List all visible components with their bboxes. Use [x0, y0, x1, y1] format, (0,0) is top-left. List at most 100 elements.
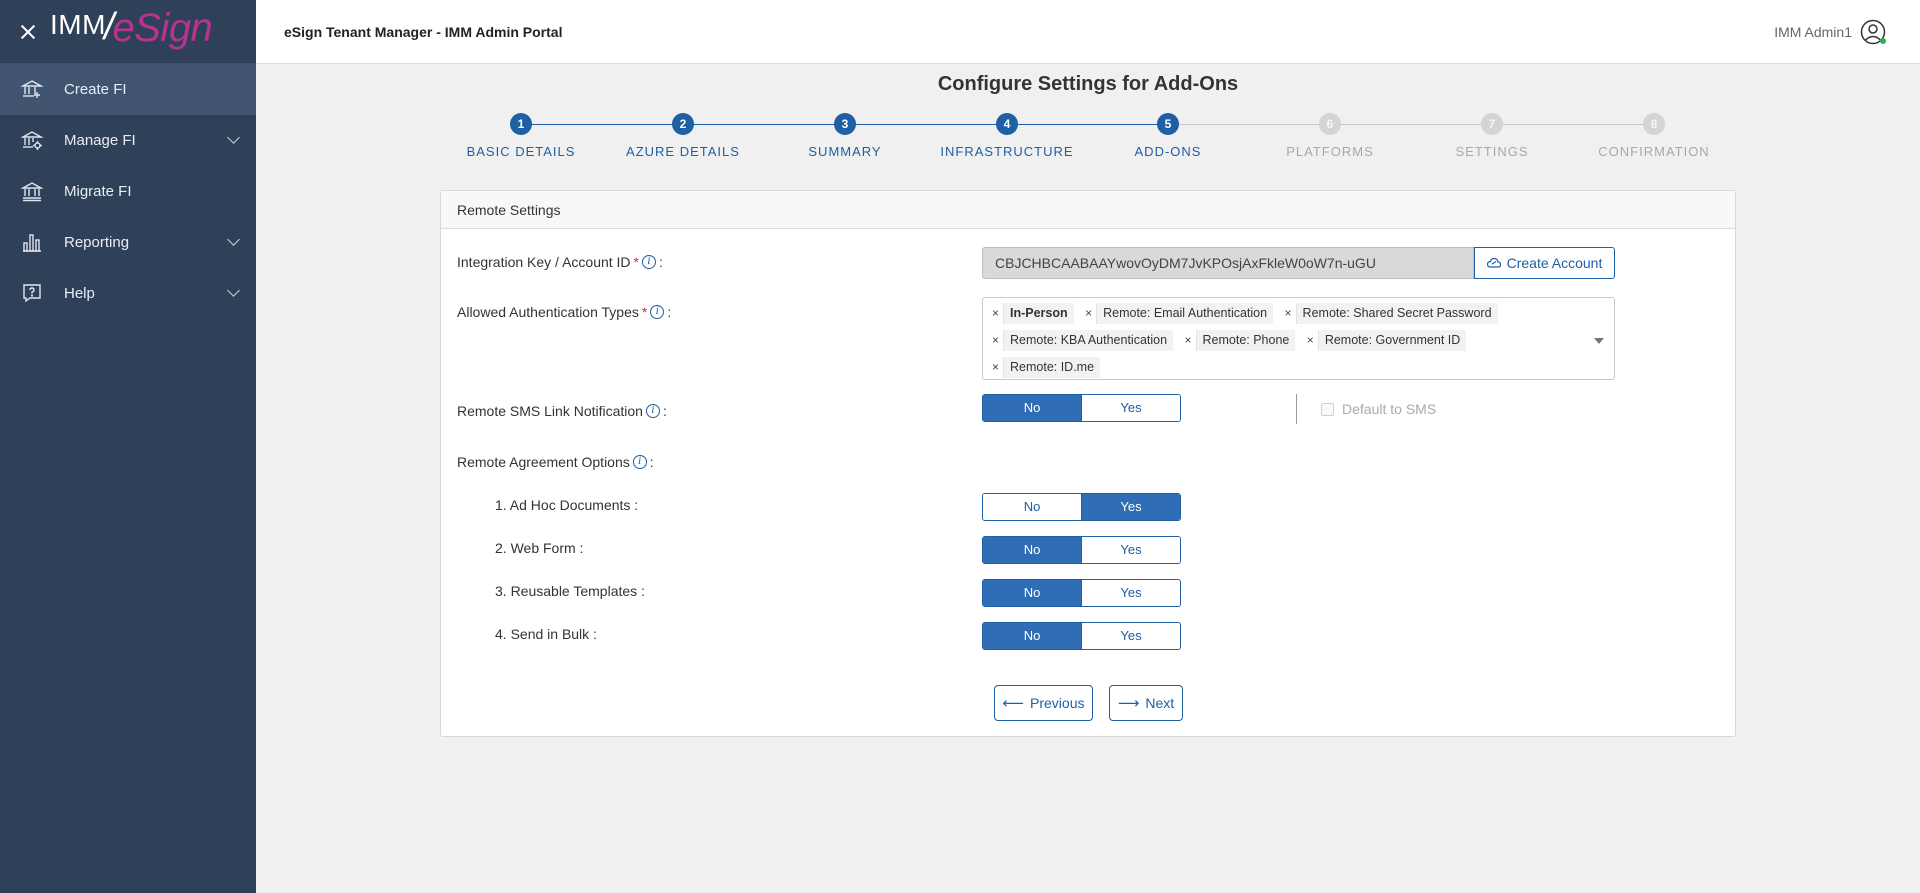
info-icon[interactable]: i: [645, 404, 660, 418]
info-icon[interactable]: i: [642, 255, 656, 269]
label-colon: :: [649, 454, 654, 470]
toggle-no-button[interactable]: No: [983, 395, 1082, 421]
sidebar-item-label: Create FI: [64, 80, 127, 98]
wizard-stepper: 1 BASIC DETAILS 2 AZURE DETAILS 3 SUMMAR…: [440, 113, 1709, 169]
label-colon: :: [659, 254, 663, 270]
next-button[interactable]: ⟶ Next: [1109, 685, 1183, 721]
chevron-down-icon: [227, 233, 240, 246]
remove-tag-icon[interactable]: ×: [1081, 303, 1098, 324]
arrow-right-icon: ⟶: [1117, 695, 1140, 712]
sidebar-item-manage-fi[interactable]: Manage FI: [0, 115, 256, 166]
sms-notification-label: Remote SMS Link Notification i :: [457, 403, 667, 419]
tag-label: Remote: KBA Authentication: [1004, 330, 1174, 351]
divider: [1296, 394, 1297, 424]
toggle-no-button[interactable]: No: [983, 537, 1082, 563]
logo-imm: IMM: [50, 8, 106, 40]
info-icon[interactable]: i: [632, 455, 647, 469]
remove-tag-icon[interactable]: ×: [1303, 330, 1319, 351]
sidebar-item-create-fi[interactable]: Create FI: [0, 64, 256, 115]
previous-button[interactable]: ⟵ Previous: [994, 685, 1093, 721]
step-settings: 7 SETTINGS: [1422, 113, 1562, 159]
remove-tag-icon[interactable]: ×: [1181, 330, 1197, 351]
step-number: 6: [1319, 113, 1341, 135]
remove-tag-icon[interactable]: ×: [988, 330, 1004, 351]
ad-hoc-documents-label: 1. Ad Hoc Documents :: [495, 497, 639, 513]
chevron-down-icon: [227, 284, 240, 297]
remove-tag-icon[interactable]: ×: [1281, 303, 1297, 324]
top-bar: eSign Tenant Manager - IMM Admin Portal …: [256, 0, 1920, 64]
step-infrastructure[interactable]: 4 INFRASTRUCTURE: [937, 113, 1077, 159]
cloud-link-icon: [1486, 257, 1501, 268]
auth-tag: × Remote: Shared Secret Password: [1280, 303, 1498, 324]
toggle-yes-button[interactable]: Yes: [1082, 580, 1180, 606]
bar-chart-icon: [20, 230, 44, 254]
step-summary[interactable]: 3 SUMMARY: [775, 113, 915, 159]
tag-label: In-Person: [1004, 303, 1074, 324]
sidebar-item-help[interactable]: Help: [0, 268, 256, 319]
reusable-templates-toggle: No Yes: [982, 579, 1181, 607]
tag-label: Remote: Government ID: [1318, 330, 1467, 351]
default-to-sms-checkbox[interactable]: Default to SMS: [1321, 401, 1436, 417]
step-add-ons[interactable]: 5 ADD-ONS: [1098, 113, 1238, 159]
step-number: 3: [834, 113, 856, 135]
tag-label: Remote: ID.me: [1004, 357, 1101, 378]
step-label: PLATFORMS: [1286, 144, 1374, 159]
online-status-dot: [1880, 38, 1886, 44]
label-colon: :: [667, 304, 672, 320]
auth-types-multiselect[interactable]: × In-Person × Remote: Email Authentication…: [982, 297, 1615, 380]
info-icon[interactable]: i: [650, 305, 665, 319]
sidebar: IMM / eSign Create FI Manage FI Migrate …: [0, 0, 256, 893]
send-in-bulk-toggle: No Yes: [982, 622, 1181, 650]
toggle-yes-button[interactable]: Yes: [1082, 623, 1180, 649]
agreement-options-label: Remote Agreement Options i :: [457, 454, 654, 470]
step-azure-details[interactable]: 2 AZURE DETAILS: [613, 113, 753, 159]
button-label: Create Account: [1506, 255, 1603, 271]
sidebar-item-migrate-fi[interactable]: Migrate FI: [0, 166, 256, 217]
reusable-templates-label: 3. Reusable Templates :: [495, 583, 645, 599]
step-label: AZURE DETAILS: [626, 144, 740, 159]
required-marker: *: [641, 304, 648, 320]
button-label: Next: [1145, 695, 1175, 711]
remove-tag-icon[interactable]: ×: [988, 357, 1004, 378]
auth-tag: × Remote: ID.me: [988, 357, 1101, 378]
sidebar-item-label: Migrate FI: [64, 182, 132, 200]
sidebar-item-reporting[interactable]: Reporting: [0, 217, 256, 268]
toggle-yes-button[interactable]: Yes: [1082, 494, 1180, 520]
tag-label: Remote: Email Authentication: [1097, 303, 1274, 324]
remote-settings-card: Remote Settings Integration Key / Accoun…: [440, 190, 1736, 737]
arrow-left-icon: ⟵: [1002, 695, 1025, 712]
stepper-line-pending: [1168, 124, 1654, 125]
card-title: Remote Settings: [441, 191, 1735, 229]
sidebar-item-label: Help: [64, 284, 95, 302]
toggle-no-button[interactable]: No: [983, 580, 1082, 606]
user-menu[interactable]: IMM Admin1: [1774, 19, 1886, 45]
page-title: Configure Settings for Add-Ons: [937, 73, 1239, 95]
ad-hoc-documents-toggle: No Yes: [982, 493, 1181, 521]
step-basic-details[interactable]: 1 BASIC DETAILS: [451, 113, 591, 159]
auth-types-label: Allowed Authentication Types * i :: [457, 304, 671, 320]
sidebar-header: IMM / eSign: [0, 0, 256, 64]
step-label: BASIC DETAILS: [466, 144, 576, 159]
toggle-yes-button[interactable]: Yes: [1082, 395, 1180, 421]
imm-esign-logo: IMM / eSign: [50, 5, 213, 57]
step-label: CONFIRMATION: [1598, 144, 1710, 159]
checkbox-box: [1321, 402, 1334, 416]
toggle-no-button[interactable]: No: [983, 494, 1082, 520]
bank-arrow-icon: [20, 179, 44, 203]
caret-down-icon[interactable]: [1594, 338, 1604, 344]
step-label: INFRASTRUCTURE: [940, 144, 1074, 159]
web-form-label: 2. Web Form :: [495, 540, 584, 556]
button-label: Previous: [1030, 695, 1085, 711]
step-number: 5: [1157, 113, 1179, 135]
tag-label: Remote: Phone: [1196, 330, 1296, 351]
remove-tag-icon[interactable]: ×: [988, 303, 1004, 324]
close-icon[interactable]: [18, 22, 38, 42]
toggle-no-button[interactable]: No: [983, 623, 1082, 649]
logo-esign: eSign: [112, 5, 213, 50]
integration-key-input[interactable]: CBJCHBCAABAAYwovOyDM7JvKPOsjAxFkleW0oW7n…: [982, 247, 1474, 279]
send-in-bulk-label: 4. Send in Bulk :: [495, 626, 597, 642]
label-colon: :: [662, 403, 667, 419]
toggle-yes-button[interactable]: Yes: [1082, 537, 1180, 563]
create-account-button[interactable]: Create Account: [1474, 247, 1615, 279]
field-label: Integration Key / Account ID: [457, 254, 631, 270]
